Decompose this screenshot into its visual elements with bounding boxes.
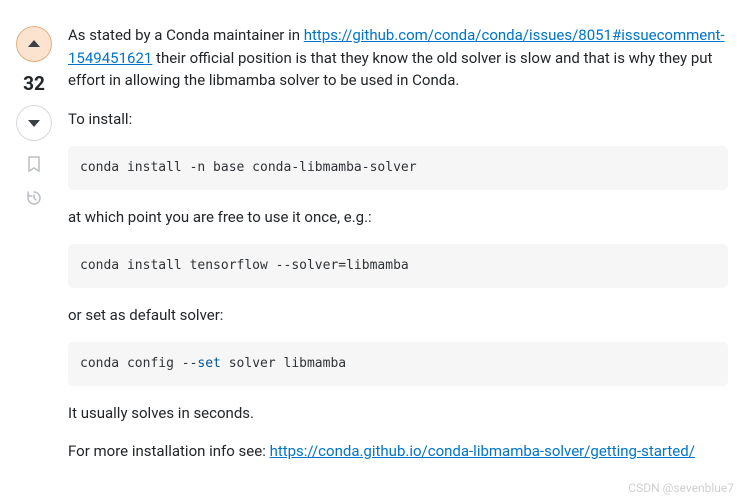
downvote-button[interactable] — [16, 105, 52, 141]
or-default-text: or set as default solver: — [68, 304, 728, 327]
answer-post: 32 As stated by a Conda maintainer in ht… — [0, 8, 744, 495]
code3-post: solver libmamba — [221, 356, 346, 371]
arrow-down-icon — [26, 115, 42, 131]
code-block-solver: conda install tensorflow --solver=libmam… — [68, 244, 728, 288]
vote-column: 32 — [16, 24, 52, 479]
history-button[interactable] — [25, 189, 43, 211]
solves-text: It usually solves in seconds. — [68, 402, 728, 425]
intro-prefix-text: As stated by a Conda maintainer in — [68, 26, 304, 44]
bookmark-button[interactable] — [25, 155, 43, 177]
intro-suffix-text: their official position is that they kno… — [68, 49, 712, 90]
code-block-install: conda install -n base conda-libmamba-sol… — [68, 146, 728, 190]
bookmark-icon — [25, 155, 43, 173]
upvote-button[interactable] — [16, 26, 52, 62]
code3-pre: conda config -- — [80, 356, 197, 371]
code3-keyword: set — [197, 356, 220, 371]
history-icon — [25, 189, 43, 207]
docs-link[interactable]: https://conda.github.io/conda-libmamba-s… — [270, 442, 695, 460]
intro-paragraph: As stated by a Conda maintainer in https… — [68, 24, 728, 92]
vote-score: 32 — [23, 72, 45, 95]
more-info-prefix: For more installation info see: — [68, 442, 270, 460]
more-info-paragraph: For more installation info see: https://… — [68, 440, 728, 463]
arrow-up-icon — [26, 36, 42, 52]
answer-content: As stated by a Conda maintainer in https… — [68, 24, 728, 479]
use-once-text: at which point you are free to use it on… — [68, 206, 728, 229]
to-install-text: To install: — [68, 108, 728, 131]
code-block-config: conda config --set solver libmamba — [68, 342, 728, 386]
